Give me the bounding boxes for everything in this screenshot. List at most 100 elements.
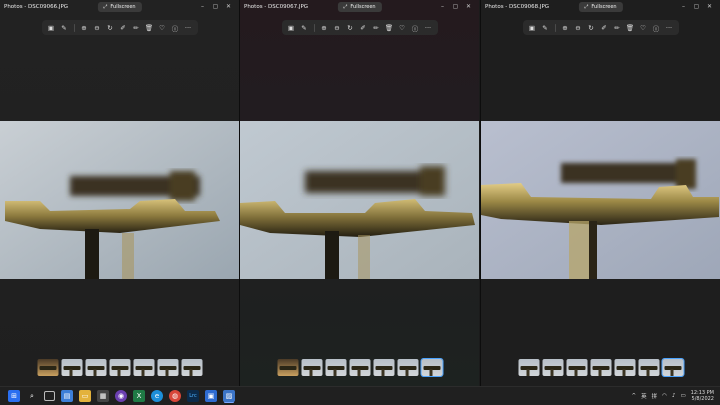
draw-icon[interactable]: ✏ bbox=[371, 22, 382, 33]
app-icon[interactable]: ▣ bbox=[205, 390, 217, 402]
battery-icon[interactable]: ▭ bbox=[680, 393, 685, 399]
photo-view[interactable] bbox=[0, 121, 239, 279]
crop-icon[interactable]: ▣ bbox=[46, 22, 57, 33]
thumbnail-1[interactable] bbox=[37, 358, 58, 376]
minimize-icon[interactable]: – bbox=[677, 2, 690, 12]
fullscreen-icon: ⤢ bbox=[584, 4, 589, 10]
thumbnail-2[interactable] bbox=[542, 358, 563, 376]
info-icon[interactable]: ⓘ bbox=[410, 22, 421, 33]
minimize-icon[interactable]: – bbox=[196, 2, 209, 12]
markup-icon[interactable]: ✐ bbox=[118, 22, 129, 33]
rotate-icon[interactable]: ↻ bbox=[345, 22, 356, 33]
toolbar-divider bbox=[313, 23, 315, 32]
edit-icon[interactable]: ✎ bbox=[299, 22, 310, 33]
windows-start-icon[interactable]: ⊞ bbox=[8, 390, 20, 402]
search-icon[interactable]: ⌕ bbox=[26, 390, 38, 402]
photos-window-2: Photos - DSC09067.JPG ⤢ Fullscreen – ▢ ✕ ▣ … bbox=[240, 0, 479, 387]
thumbnail-1[interactable] bbox=[518, 358, 539, 376]
excel-icon[interactable]: X bbox=[133, 390, 145, 402]
more-icon[interactable]: ··· bbox=[423, 22, 434, 33]
volume-icon[interactable]: ♪ bbox=[672, 393, 676, 399]
thumbnail-3[interactable] bbox=[325, 358, 346, 376]
task-view-icon[interactable] bbox=[44, 391, 55, 401]
close-icon[interactable]: ✕ bbox=[222, 2, 235, 12]
photo-view[interactable] bbox=[481, 121, 720, 279]
minimize-icon[interactable]: – bbox=[436, 2, 449, 12]
fullscreen-button[interactable]: ⤢ Fullscreen bbox=[97, 2, 142, 12]
chrome-icon[interactable]: ◍ bbox=[169, 390, 181, 402]
edge-icon[interactable]: e bbox=[151, 390, 163, 402]
zoom-out-icon[interactable]: ⊖ bbox=[332, 22, 343, 33]
tray-overflow-icon[interactable]: ^ bbox=[632, 393, 637, 399]
maximize-icon[interactable]: ▢ bbox=[209, 2, 222, 12]
maximize-icon[interactable]: ▢ bbox=[690, 2, 703, 12]
thumbnail-6[interactable] bbox=[638, 358, 659, 376]
thumbnail-5[interactable] bbox=[614, 358, 635, 376]
thumbnail-4[interactable] bbox=[109, 358, 130, 376]
toolbar-divider bbox=[73, 23, 75, 32]
delete-icon[interactable]: 🗑 bbox=[144, 22, 155, 33]
crop-icon[interactable]: ▣ bbox=[527, 22, 538, 33]
maximize-icon[interactable]: ▢ bbox=[449, 2, 462, 12]
thumbnail-3[interactable] bbox=[566, 358, 587, 376]
rotate-icon[interactable]: ↻ bbox=[105, 22, 116, 33]
more-icon[interactable]: ··· bbox=[183, 22, 194, 33]
thumbnail-3[interactable] bbox=[85, 358, 106, 376]
more-icon[interactable]: ··· bbox=[664, 22, 675, 33]
thumbnail-7-selected[interactable] bbox=[661, 357, 684, 377]
zoom-in-icon[interactable]: ⊕ bbox=[319, 22, 330, 33]
title-bar[interactable]: Photos - DSC09066.JPG ⤢ Fullscreen – ▢ ✕ bbox=[0, 0, 239, 14]
thumbnail-5[interactable] bbox=[133, 358, 154, 376]
markup-icon[interactable]: ✐ bbox=[358, 22, 369, 33]
favorite-icon[interactable]: ♡ bbox=[397, 22, 408, 33]
photo-view[interactable] bbox=[240, 121, 479, 279]
wifi-icon[interactable]: ◠ bbox=[662, 393, 667, 399]
zoom-in-icon[interactable]: ⊕ bbox=[560, 22, 571, 33]
photos-icon[interactable]: ◉ bbox=[115, 390, 127, 402]
title-bar[interactable]: Photos - DSC09068.JPG ⤢ Fullscreen – ▢ ✕ bbox=[481, 0, 720, 14]
edit-icon[interactable]: ✎ bbox=[59, 22, 70, 33]
fullscreen-button[interactable]: ⤢ Fullscreen bbox=[578, 2, 623, 12]
thumbnail-4[interactable] bbox=[590, 358, 611, 376]
thumbnail-6[interactable] bbox=[157, 358, 178, 376]
delete-icon[interactable]: 🗑 bbox=[625, 22, 636, 33]
photos-window-1: Photos - DSC09066.JPG ⤢ Fullscreen – ▢ ✕ ▣ … bbox=[0, 0, 239, 387]
zoom-in-icon[interactable]: ⊕ bbox=[79, 22, 90, 33]
photos-window-3: Photos - DSC09068.JPG ⤢ Fullscreen – ▢ ✕ ▣ … bbox=[481, 0, 720, 387]
thumbnail-2[interactable] bbox=[301, 358, 322, 376]
zoom-out-icon[interactable]: ⊖ bbox=[92, 22, 103, 33]
input-lang-2[interactable]: 拼 bbox=[652, 392, 658, 400]
info-icon[interactable]: ⓘ bbox=[170, 22, 181, 33]
thumbnail-7[interactable] bbox=[181, 358, 202, 376]
lightroom-icon[interactable]: Lrc bbox=[187, 390, 199, 402]
thumbnail-7-selected[interactable] bbox=[420, 357, 443, 377]
markup-icon[interactable]: ✐ bbox=[599, 22, 610, 33]
zoom-out-icon[interactable]: ⊖ bbox=[573, 22, 584, 33]
thumbnail-4[interactable] bbox=[349, 358, 370, 376]
edit-icon[interactable]: ✎ bbox=[540, 22, 551, 33]
crop-icon[interactable]: ▣ bbox=[286, 22, 297, 33]
info-icon[interactable]: ⓘ bbox=[651, 22, 662, 33]
favorite-icon[interactable]: ♡ bbox=[157, 22, 168, 33]
thumbnail-6[interactable] bbox=[397, 358, 418, 376]
store-icon[interactable]: ▦ bbox=[97, 390, 109, 402]
close-icon[interactable]: ✕ bbox=[462, 2, 475, 12]
thumbnail-1[interactable] bbox=[277, 358, 298, 376]
draw-icon[interactable]: ✏ bbox=[612, 22, 623, 33]
favorite-icon[interactable]: ♡ bbox=[638, 22, 649, 33]
close-icon[interactable]: ✕ bbox=[703, 2, 716, 12]
thumbnail-5[interactable] bbox=[373, 358, 394, 376]
file-explorer-icon[interactable]: ▭ bbox=[79, 390, 91, 402]
rotate-icon[interactable]: ↻ bbox=[586, 22, 597, 33]
fullscreen-label: Fullscreen bbox=[350, 4, 376, 10]
thumbnail-2[interactable] bbox=[61, 358, 82, 376]
input-lang-1[interactable]: 英 bbox=[641, 392, 647, 400]
clock[interactable]: 12:13 PM 5/8/2022 bbox=[691, 390, 714, 403]
title-bar[interactable]: Photos - DSC09067.JPG ⤢ Fullscreen – ▢ ✕ bbox=[240, 0, 479, 14]
photos-app-icon[interactable]: ▨ bbox=[223, 390, 235, 402]
draw-icon[interactable]: ✏ bbox=[131, 22, 142, 33]
fullscreen-button[interactable]: ⤢ Fullscreen bbox=[337, 2, 382, 12]
clock-date: 5/8/2022 bbox=[691, 396, 714, 402]
delete-icon[interactable]: 🗑 bbox=[384, 22, 395, 33]
widgets-icon[interactable]: ▤ bbox=[61, 390, 73, 402]
